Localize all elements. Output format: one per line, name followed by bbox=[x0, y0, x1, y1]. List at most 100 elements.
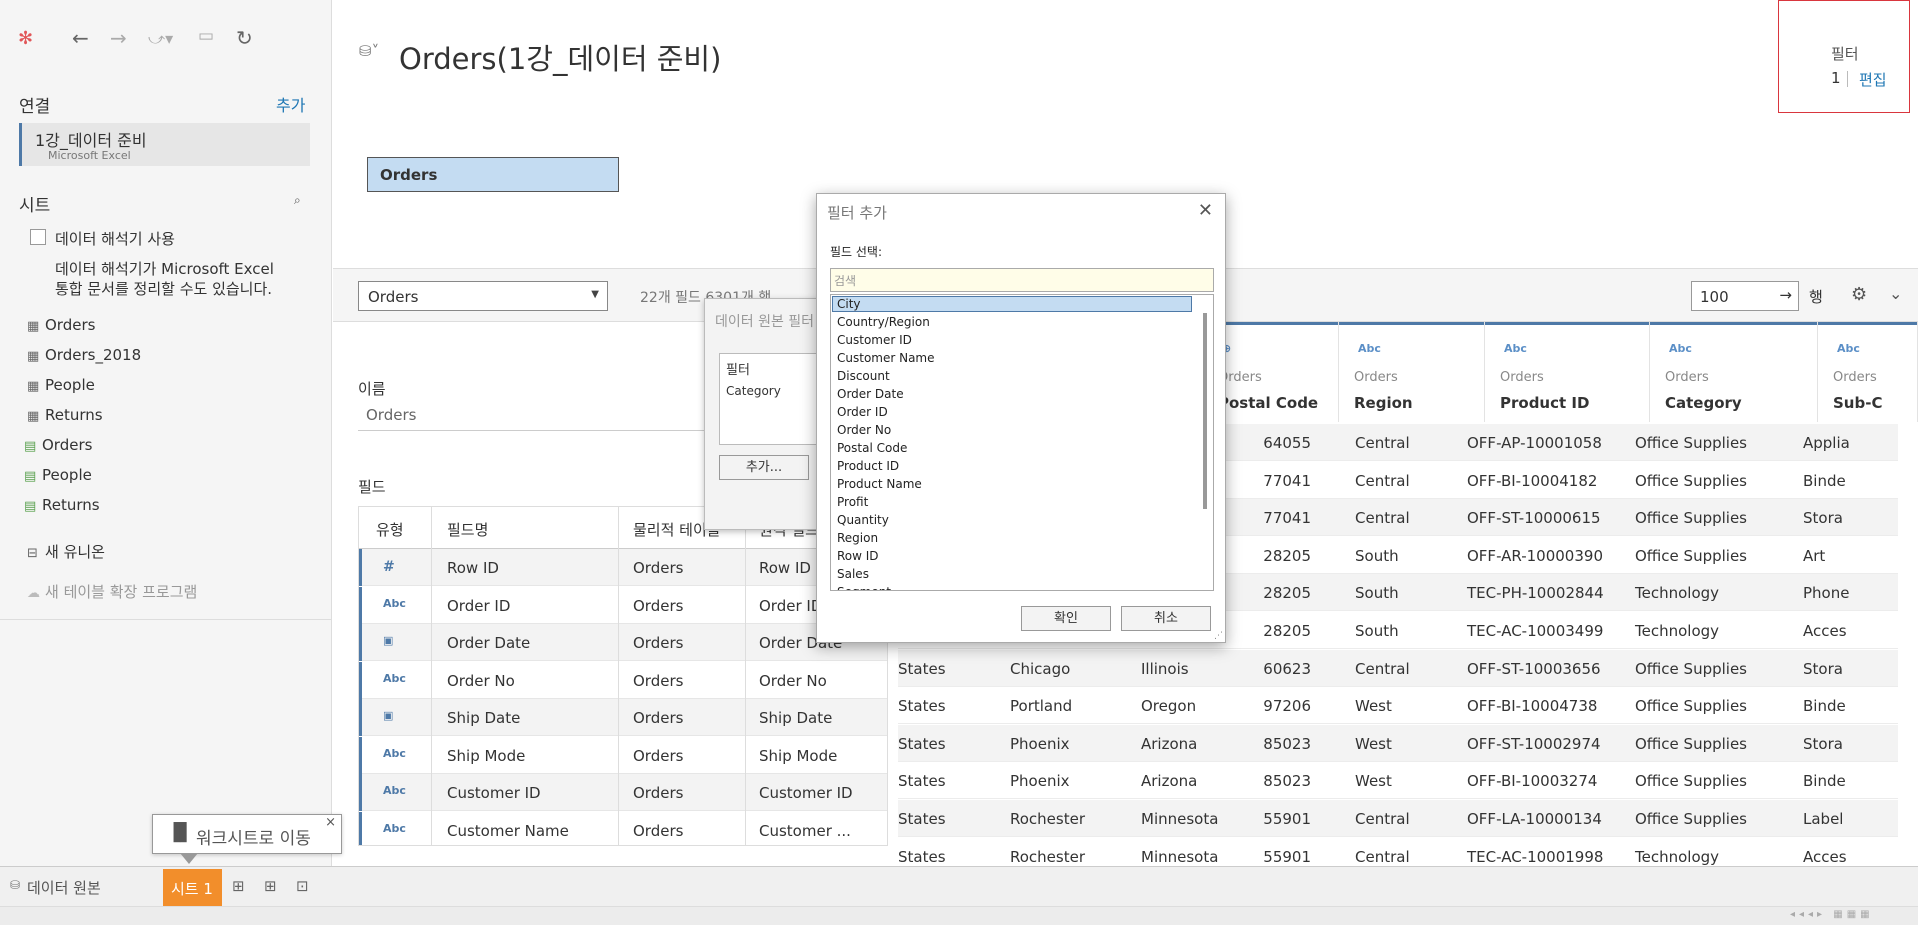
string-type-icon[interactable]: Abc bbox=[383, 784, 406, 797]
add-connection-link[interactable]: 추가 bbox=[276, 92, 305, 116]
field-option[interactable]: Product Name bbox=[837, 477, 922, 491]
field-option[interactable]: Order Date bbox=[837, 387, 904, 401]
chevron-down-icon[interactable]: ⌄ bbox=[1889, 284, 1902, 303]
field-option[interactable]: Row ID bbox=[837, 549, 879, 563]
refresh-icon[interactable]: ↻ bbox=[236, 26, 253, 50]
string-type-icon[interactable]: Abc bbox=[1669, 342, 1692, 355]
page-title[interactable]: Orders(1강_데이터 준비) bbox=[399, 36, 721, 78]
grid-cell: Office Supplies bbox=[1635, 434, 1748, 452]
field-option[interactable]: Quantity bbox=[837, 513, 889, 527]
field-option[interactable]: Sales bbox=[837, 567, 869, 581]
field-option[interactable]: Order No bbox=[837, 423, 891, 437]
new-story-icon[interactable]: ⊡ bbox=[296, 877, 309, 895]
named-range-returns[interactable]: ▤ Returns bbox=[24, 496, 100, 514]
interpreter-checkbox[interactable] bbox=[30, 229, 46, 245]
resize-grip-icon[interactable]: ⋰ bbox=[1214, 631, 1223, 641]
number-type-icon[interactable]: # bbox=[383, 559, 395, 575]
redo-dropdown-icon[interactable]: ⤻▾ bbox=[148, 29, 173, 49]
table-select[interactable]: Orders ▼ bbox=[358, 281, 608, 311]
new-worksheet-icon[interactable]: ⊞ bbox=[232, 877, 245, 895]
column-header[interactable]: Abc Orders Region bbox=[1339, 322, 1485, 422]
field-option[interactable]: Product ID bbox=[837, 459, 899, 473]
ds-filter-add-button[interactable]: 추가... bbox=[719, 455, 809, 480]
field-row[interactable]: Abc Order ID Orders Order ID bbox=[359, 586, 887, 624]
field-row[interactable]: Abc Order No Orders Order No bbox=[359, 661, 887, 699]
new-extension-item[interactable]: ☁ 새 테이블 확장 프로그램 bbox=[27, 581, 197, 602]
bar-chart-icon: ▐▌ bbox=[167, 823, 194, 843]
field-name: Order Date bbox=[447, 634, 531, 652]
cancel-button[interactable]: 취소 bbox=[1121, 606, 1211, 631]
field-row[interactable]: Abc Customer ID Orders Customer ID bbox=[359, 774, 887, 811]
field-row[interactable]: Abc Customer Name Orders Customer ... bbox=[359, 811, 887, 845]
column-source: Orders bbox=[1354, 370, 1398, 385]
field-option[interactable]: Country/Region bbox=[837, 315, 930, 329]
grid-cell: Minnesota bbox=[1141, 847, 1219, 866]
string-type-icon[interactable]: Abc bbox=[383, 597, 406, 610]
worksheet-tooltip[interactable]: ▐▌ 워크시트로 이동 × bbox=[152, 814, 342, 854]
field-row-marker bbox=[359, 774, 362, 811]
sheet-item-people[interactable]: ▦ People bbox=[27, 376, 95, 394]
column-source: Orders bbox=[1665, 370, 1709, 385]
field-row[interactable]: ▣ Order Date Orders Order Date bbox=[359, 624, 887, 661]
date-type-icon[interactable]: ▣ bbox=[383, 709, 393, 722]
field-option[interactable]: Profit bbox=[837, 495, 868, 509]
ds-filter-title: 데이터 원본 필터 bbox=[715, 314, 815, 330]
close-icon[interactable]: × bbox=[325, 815, 336, 830]
nav-controls-icon[interactable]: ◂◂◂▸ ▦▦▦ bbox=[1790, 909, 1874, 920]
ds-filter-item[interactable]: Category bbox=[726, 384, 781, 398]
date-type-icon[interactable]: ▣ bbox=[383, 634, 393, 647]
field-row-marker bbox=[359, 811, 362, 845]
forward-icon[interactable]: → bbox=[110, 26, 127, 50]
field-row[interactable]: Abc Ship Mode Orders Ship Mode bbox=[359, 736, 887, 774]
named-range-people[interactable]: ▤ People bbox=[24, 466, 92, 484]
column-header[interactable]: Abc Orders Category bbox=[1650, 322, 1818, 422]
datasource-tab[interactable]: ⛁ 데이터 원본 bbox=[0, 867, 160, 906]
named-range-orders[interactable]: ▤ Orders bbox=[24, 436, 92, 454]
string-type-icon[interactable]: Abc bbox=[383, 822, 406, 835]
string-type-icon[interactable]: Abc bbox=[1358, 342, 1381, 355]
column-header[interactable]: Abc Orders Product ID bbox=[1485, 322, 1650, 422]
gear-icon[interactable]: ⚙ bbox=[1851, 284, 1867, 305]
sheet-tab[interactable]: 시트 1 bbox=[163, 869, 222, 906]
string-type-icon[interactable]: Abc bbox=[1504, 342, 1527, 355]
sheet-item-orders-2018[interactable]: ▦ Orders_2018 bbox=[27, 346, 141, 364]
field-option[interactable]: Discount bbox=[837, 369, 890, 383]
string-type-icon[interactable]: Abc bbox=[1837, 342, 1860, 355]
field-row[interactable]: # Row ID Orders Row ID bbox=[359, 549, 887, 586]
field-row[interactable]: ▣ Ship Date Orders Ship Date bbox=[359, 699, 887, 736]
string-type-icon[interactable]: Abc bbox=[383, 747, 406, 760]
field-option[interactable]: Order ID bbox=[837, 405, 888, 419]
ok-button[interactable]: 확인 bbox=[1021, 606, 1111, 631]
name-value[interactable]: Orders bbox=[366, 406, 416, 424]
new-dashboard-icon[interactable]: ⊞ bbox=[264, 877, 277, 895]
new-union-item[interactable]: ⊟ 새 유니온 bbox=[27, 541, 105, 562]
column-header[interactable]: Abc Orders Sub-C bbox=[1818, 322, 1918, 422]
field-option[interactable]: Segment bbox=[837, 585, 891, 590]
field-option[interactable]: City bbox=[837, 297, 861, 311]
scrollbar-thumb[interactable] bbox=[1203, 313, 1207, 509]
back-icon[interactable]: ← bbox=[72, 26, 89, 50]
sheet-item-returns[interactable]: ▦ Returns bbox=[27, 406, 103, 424]
field-option[interactable]: Region bbox=[837, 531, 878, 545]
field-option[interactable]: Customer ID bbox=[837, 333, 912, 347]
string-type-icon[interactable]: Abc bbox=[383, 672, 406, 685]
rows-input[interactable]: 100 → bbox=[1691, 281, 1799, 311]
canvas-table-orders[interactable]: Orders bbox=[367, 157, 619, 192]
named-range-icon: ▤ bbox=[24, 439, 37, 454]
close-icon[interactable]: ✕ bbox=[1198, 200, 1213, 221]
grid-cell: Office Supplies bbox=[1635, 471, 1748, 490]
arrow-right-icon[interactable]: → bbox=[1779, 286, 1792, 304]
filter-edit-link[interactable]: 편집 bbox=[1859, 69, 1887, 90]
connection-item[interactable]: 1강_데이터 준비 Microsoft Excel bbox=[19, 123, 310, 166]
field-option[interactable]: Postal Code bbox=[837, 441, 907, 455]
tableau-logo-icon[interactable]: ✻ bbox=[18, 28, 33, 49]
sheet-item-orders[interactable]: ▦ Orders bbox=[27, 316, 95, 334]
grid-cell: Binde bbox=[1803, 697, 1846, 716]
field-search-input[interactable]: 검색 bbox=[830, 268, 1214, 292]
datasource-icon[interactable]: ⛁˅ bbox=[359, 42, 379, 60]
grid-cell: OFF-BI-10004182 bbox=[1467, 471, 1598, 490]
field-option[interactable]: Customer Name bbox=[837, 351, 935, 365]
save-icon[interactable]: ▭ bbox=[198, 26, 214, 46]
named-range-icon: ▤ bbox=[24, 469, 37, 484]
sheet-search-icon[interactable]: ⌕ bbox=[294, 193, 301, 208]
